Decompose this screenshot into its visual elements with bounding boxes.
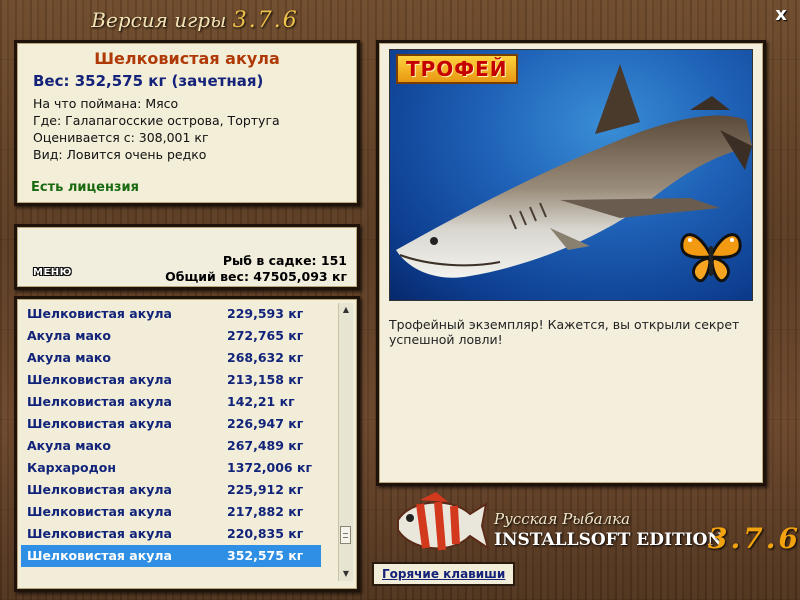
trophy-description: Трофейный экземпляр! Кажется, вы открыли… <box>389 317 740 347</box>
bait-line: На что поймана: Мясо <box>33 96 179 111</box>
list-item[interactable]: Шелковистая акула 213,158 кг <box>21 369 321 391</box>
list-item-weight: 213,158 кг <box>227 372 304 387</box>
list-item-weight: 229,593 кг <box>227 306 304 321</box>
list-item-name: Шелковистая акула <box>27 416 172 431</box>
cage-stats-panel: Рыб в садке: 151 Общий вес: 47505,093 кг… <box>14 224 360 290</box>
list-item-name: Акула мако <box>27 328 111 343</box>
list-item-weight: 267,489 кг <box>227 438 304 453</box>
list-scrollbar[interactable]: ▲ ▼ <box>338 303 353 581</box>
list-item-name: Шелковистая акула <box>27 306 172 321</box>
brand-title: Русская Рыбалка <box>494 510 631 528</box>
list-item-weight: 1372,006 кг <box>227 460 312 475</box>
list-item-weight: 220,835 кг <box>227 526 304 541</box>
license-status: Есть лицензия <box>31 180 139 195</box>
scroll-down-arrow-icon[interactable]: ▼ <box>339 567 353 581</box>
list-item-name: Шелковистая акула <box>27 372 172 387</box>
trophy-badge: ТРОФЕЙ <box>396 54 518 84</box>
list-item-weight: 272,765 кг <box>227 328 304 343</box>
fish-count: Рыб в садке: 151 <box>222 253 347 268</box>
list-item-name: Кархародон <box>27 460 116 475</box>
catch-info-panel: Шелковистая акула Вес: 352,575 кг (зачет… <box>14 40 360 206</box>
list-item-name: Шелковистая акула <box>27 504 172 519</box>
list-item-weight: 142,21 кг <box>227 394 295 409</box>
list-item[interactable]: Шелковистая акула 229,593 кг <box>21 303 321 325</box>
list-item-name: Шелковистая акула <box>27 482 172 497</box>
trophy-panel: ТРОФЕЙ Трофейный экземпляр! Кажется, вы … <box>376 40 766 486</box>
list-item[interactable]: Акула мако 267,489 кг <box>21 435 321 457</box>
list-item[interactable]: Акула мако 268,632 кг <box>21 347 321 369</box>
list-item-weight: 226,947 кг <box>227 416 304 431</box>
list-item[interactable]: Кархародон 1372,006 кг <box>21 457 321 479</box>
brand-edition: INSTALLSOFT EDITION <box>494 530 723 550</box>
list-item-weight: 217,882 кг <box>227 504 304 519</box>
title-prefix: Версия игры <box>91 8 227 32</box>
list-item[interactable]: Шелковистая акула 142,21 кг <box>21 391 321 413</box>
title-version: 3.7.6 <box>232 8 299 33</box>
location-line: Где: Галапагосские острова, Тортуга <box>33 113 280 128</box>
brand-logo: Русская Рыбалка INSTALLSOFT EDITION 3.7.… <box>390 490 798 560</box>
logo-fish-icon <box>397 492 490 551</box>
scroll-up-arrow-icon[interactable]: ▲ <box>339 303 353 317</box>
list-item[interactable]: Шелковистая акула 225,912 кг <box>21 479 321 501</box>
fish-weight: Вес: 352,575 кг (зачетная) <box>33 72 264 90</box>
butterfly-icon <box>680 233 742 283</box>
total-weight: Общий вес: 47505,093 кг <box>165 269 347 284</box>
list-item[interactable]: Шелковистая акула 226,947 кг <box>21 413 321 435</box>
list-item-name: Акула мако <box>27 350 111 365</box>
list-item-name: Шелковистая акула <box>27 394 172 409</box>
fish-name: Шелковистая акула <box>94 49 280 68</box>
list-item-weight: 268,632 кг <box>227 350 304 365</box>
list-item-weight: 352,575 кг <box>227 548 304 563</box>
list-item-name: Акула мако <box>27 438 111 453</box>
list-item-name: Шелковистая акула <box>27 526 172 541</box>
hotkeys-link[interactable]: Горячие клавиши <box>372 562 516 586</box>
list-item-weight: 225,912 кг <box>227 482 304 497</box>
list-item[interactable]: Шелковистая акула 220,835 кг <box>21 523 321 545</box>
menu-button[interactable]: МЕНЮ <box>33 267 72 278</box>
fish-list[interactable]: Шелковистая акула 229,593 кг Акула мако 272… <box>21 303 321 567</box>
list-item[interactable]: Акула мако 272,765 кг <box>21 325 321 347</box>
list-item[interactable]: Шелковистая акула 352,575 кг <box>21 545 321 567</box>
close-button[interactable]: x <box>772 6 790 24</box>
valued-line: Оценивается с: 308,001 кг <box>33 130 209 145</box>
window-title: Версия игры 3.7.6 <box>0 8 390 33</box>
list-item-name: Шелковистая акула <box>27 548 172 563</box>
shark-photo: ТРОФЕЙ <box>389 49 753 301</box>
catch-details: На что поймана: Мясо Где: Галапагосские … <box>17 96 357 162</box>
fish-list-panel: Шелковистая акула 229,593 кг Акула мако 272… <box>14 296 360 592</box>
scroll-thumb[interactable] <box>340 525 351 544</box>
brand-version: 3.7.6 <box>708 522 800 555</box>
rarity-line: Вид: Ловится очень редко <box>33 147 207 162</box>
list-item[interactable]: Шелковистая акула 217,882 кг <box>21 501 321 523</box>
